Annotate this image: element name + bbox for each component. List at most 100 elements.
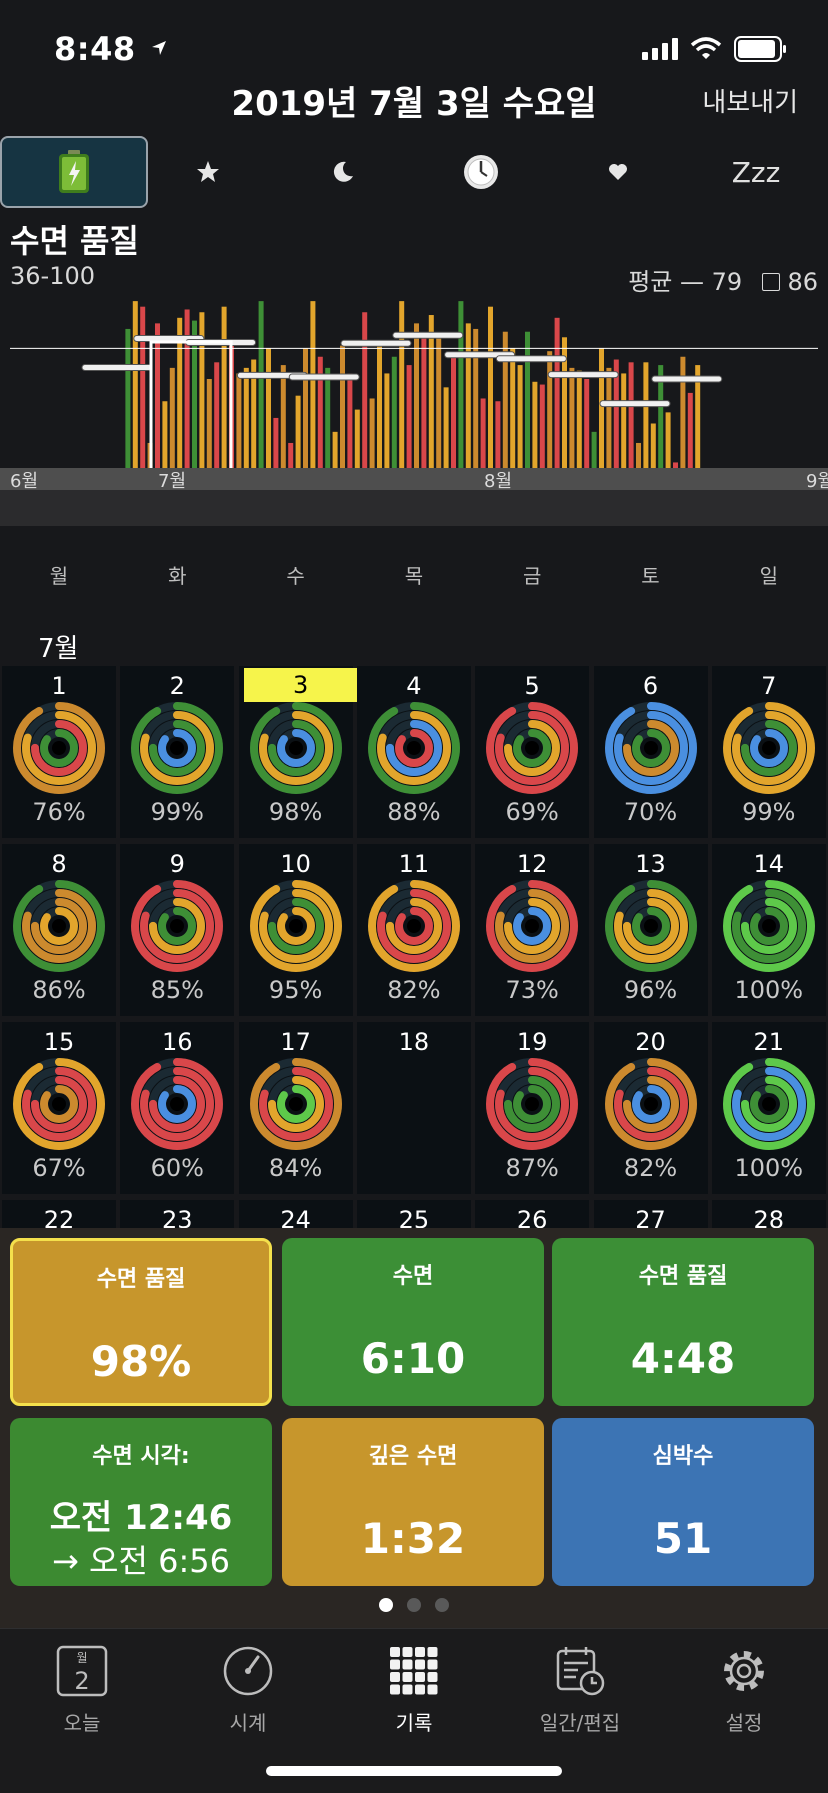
tab-star[interactable]: [148, 136, 268, 208]
tab-history[interactable]: 기록: [344, 1643, 484, 1736]
calendar-day[interactable]: 12 73%: [475, 844, 590, 1016]
chart-bar[interactable]: [539, 384, 545, 468]
page-dot[interactable]: [435, 1598, 449, 1612]
calendar-day[interactable]: 2 99%: [120, 666, 235, 838]
chart-bar[interactable]: [554, 317, 560, 468]
page-dot[interactable]: [379, 1598, 393, 1612]
calendar-day[interactable]: 6 70%: [593, 666, 708, 838]
chart-bar[interactable]: [377, 345, 382, 468]
chart-bar[interactable]: [206, 379, 212, 468]
chart-bar[interactable]: [406, 365, 412, 468]
tab-zzz[interactable]: Zzz: [700, 136, 812, 208]
tab-clock-view[interactable]: 시계: [178, 1643, 318, 1736]
calendar-day[interactable]: 20 82%: [593, 1022, 708, 1194]
heart-rate-tile[interactable]: 심박수 51: [552, 1418, 814, 1586]
chart-bar[interactable]: [584, 379, 590, 468]
chart-bar[interactable]: [310, 301, 316, 468]
calendar-day[interactable]: 19 87%: [475, 1022, 590, 1194]
chart-bar[interactable]: [525, 331, 530, 468]
chart-bar[interactable]: [569, 367, 575, 468]
chart-bar[interactable]: [465, 323, 471, 468]
calendar-day[interactable]: 1 76%: [2, 666, 116, 838]
chart-bar[interactable]: [414, 323, 419, 468]
chart-bar[interactable]: [214, 362, 220, 468]
chart-bar[interactable]: [347, 373, 353, 468]
calendar-day[interactable]: 22: [2, 1200, 116, 1230]
chart-bar[interactable]: [606, 367, 612, 468]
chart-bar[interactable]: [480, 398, 486, 468]
calendar-day[interactable]: 21 100%: [711, 1022, 826, 1194]
chart-bar[interactable]: [125, 328, 131, 468]
chart-bar[interactable]: [547, 351, 553, 468]
tab-heart[interactable]: [568, 136, 668, 208]
sleep-time-tile[interactable]: 수면 시각: 오전 12:46 → 오전 6:56: [10, 1418, 272, 1586]
chart-bar[interactable]: [155, 323, 160, 468]
sleep-quality-chart[interactable]: 6월 7월 8월 9월: [0, 290, 828, 560]
chart-bar[interactable]: [517, 365, 523, 468]
chart-bar[interactable]: [391, 356, 397, 468]
chart-bar[interactable]: [495, 401, 501, 468]
chart-bar[interactable]: [362, 312, 368, 468]
calendar-day[interactable]: 23: [120, 1200, 235, 1230]
chart-bar[interactable]: [687, 392, 693, 468]
tab-battery[interactable]: [0, 136, 148, 208]
tab-clock[interactable]: [426, 136, 536, 208]
chart-bar[interactable]: [532, 381, 538, 468]
chart-bar[interactable]: [488, 306, 493, 468]
chart-bar[interactable]: [325, 367, 331, 468]
chart-bar[interactable]: [384, 373, 390, 468]
page-indicator[interactable]: [0, 1598, 828, 1612]
sleep-quality-time-tile[interactable]: 수면 품질 4:48: [552, 1238, 814, 1406]
tab-settings[interactable]: 설정: [674, 1643, 814, 1736]
sleep-quality-tile[interactable]: 수면 품질 98%: [10, 1238, 272, 1406]
chart-bar[interactable]: [162, 401, 168, 468]
chart-bar[interactable]: [576, 370, 582, 468]
chart-bar[interactable]: [295, 395, 301, 468]
sleep-duration-tile[interactable]: 수면 6:10: [282, 1238, 544, 1406]
chart-bar[interactable]: [665, 412, 671, 468]
chart-bar[interactable]: [303, 348, 308, 468]
tab-moon[interactable]: [288, 136, 398, 208]
chart-bar[interactable]: [650, 423, 656, 469]
chart-bar[interactable]: [443, 387, 449, 468]
chart-bar[interactable]: [140, 306, 146, 468]
chart-bar[interactable]: [369, 398, 375, 468]
chart-bar[interactable]: [451, 356, 456, 468]
chart-bar[interactable]: [169, 367, 175, 468]
chart-bar[interactable]: [236, 373, 242, 468]
calendar-day[interactable]: 15 67%: [2, 1022, 116, 1194]
chart-bar[interactable]: [436, 334, 442, 469]
chart-bar[interactable]: [280, 365, 286, 468]
chart-bar[interactable]: [473, 328, 479, 468]
chart-bar[interactable]: [510, 348, 516, 468]
deep-sleep-tile[interactable]: 깊은 수면 1:32: [282, 1418, 544, 1586]
calendar-day[interactable]: 5 69%: [475, 666, 590, 838]
chart-bar[interactable]: [591, 431, 597, 468]
calendar-day[interactable]: 13 96%: [593, 844, 708, 1016]
chart-bar[interactable]: [643, 362, 649, 468]
calendar-day[interactable]: 18: [356, 1022, 471, 1194]
calendar-day[interactable]: 8 86%: [2, 844, 116, 1016]
chart-bar[interactable]: [673, 462, 678, 468]
calendar-day[interactable]: 25: [356, 1200, 471, 1230]
page-dot[interactable]: [407, 1598, 421, 1612]
chart-bar[interactable]: [258, 301, 264, 468]
calendar-day[interactable]: 7 99%: [711, 666, 826, 838]
chart-bar[interactable]: [221, 306, 227, 468]
chart-bar[interactable]: [354, 409, 360, 468]
calendar-day[interactable]: 26: [475, 1200, 590, 1230]
calendar-day[interactable]: 9 85%: [120, 844, 235, 1016]
calendar-day[interactable]: 17 84%: [238, 1022, 353, 1194]
export-button[interactable]: 내보내기: [702, 82, 798, 119]
calendar-day[interactable]: 24: [238, 1200, 353, 1230]
chart-bar[interactable]: [332, 431, 338, 468]
calendar-day[interactable]: 10 95%: [238, 844, 353, 1016]
chart-bar[interactable]: [621, 373, 627, 468]
chart-bar[interactable]: [599, 348, 604, 468]
chart-bar[interactable]: [421, 337, 427, 468]
chart-bar[interactable]: [317, 356, 323, 468]
chart-bar[interactable]: [680, 356, 686, 468]
calendar-day[interactable]: 16 60%: [120, 1022, 235, 1194]
chart-bar[interactable]: [132, 301, 138, 468]
calendar-day[interactable]: 27: [593, 1200, 708, 1230]
